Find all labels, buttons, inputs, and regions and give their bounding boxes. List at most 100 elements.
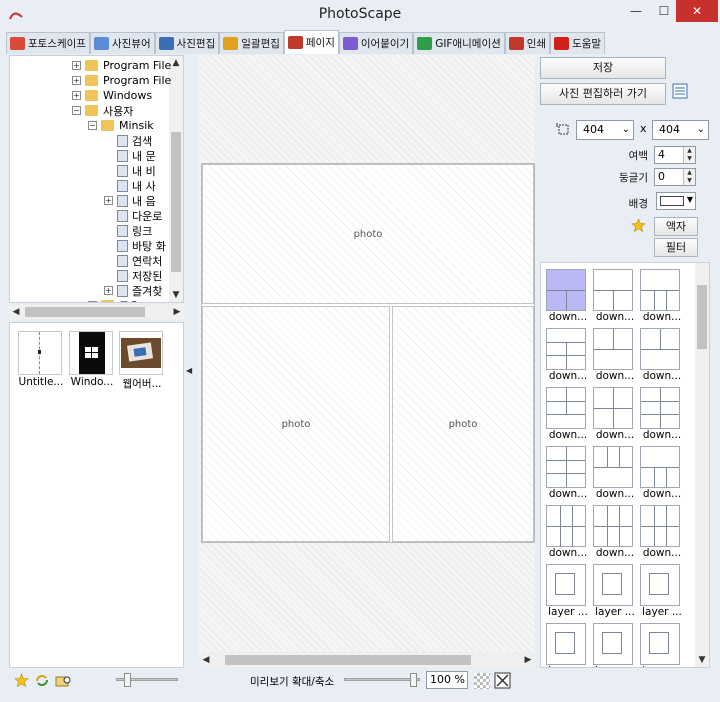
tree-item[interactable]: − 사용자: [72, 103, 133, 118]
scroll-right-icon[interactable]: ▶: [521, 653, 535, 667]
layout-item[interactable]: down...: [593, 446, 637, 500]
layout-list[interactable]: ▼ down... down... down... down... down... dow…: [540, 262, 710, 668]
layout-item[interactable]: down...: [640, 446, 684, 500]
filter-button[interactable]: 필터: [654, 238, 698, 257]
layout-scrollbar[interactable]: ▼: [695, 263, 709, 667]
tab-6[interactable]: GIF애니메이션: [413, 32, 505, 54]
tab-7[interactable]: 인쇄: [504, 32, 551, 54]
tree-scroll-thumb[interactable]: [171, 132, 181, 272]
folder-tree[interactable]: ▲ ▼ + Program File + Program File + Windows − 사…: [9, 55, 184, 303]
expand-toggle-icon[interactable]: −: [88, 121, 97, 130]
thumbnail-item[interactable]: 웹어버...: [119, 331, 165, 391]
tab-3[interactable]: 일괄편집: [219, 32, 284, 54]
tree-item[interactable]: 내 사: [104, 178, 156, 193]
layout-item[interactable]: down...: [546, 387, 590, 441]
transparency-grid-icon[interactable]: [474, 673, 490, 689]
refresh-icon[interactable]: [34, 673, 50, 688]
minimize-button[interactable]: —: [622, 0, 650, 22]
expand-toggle-icon[interactable]: +: [72, 91, 81, 100]
layout-scroll-thumb[interactable]: [697, 285, 707, 349]
expand-toggle-icon[interactable]: −: [72, 106, 81, 115]
folder-search-icon[interactable]: [55, 673, 72, 688]
spinner-arrows-icon[interactable]: ▲ ▼: [683, 147, 695, 163]
canvas-hscroll-thumb[interactable]: [225, 655, 471, 665]
expand-toggle-icon[interactable]: +: [104, 196, 113, 205]
tree-item[interactable]: 링크: [104, 223, 152, 238]
frame-button[interactable]: 액자: [654, 217, 698, 236]
tree-scrollbar[interactable]: ▲ ▼: [169, 56, 183, 302]
tab-2[interactable]: 사진편집: [154, 32, 220, 54]
tree-item[interactable]: 바탕 화: [104, 238, 166, 253]
layout-item[interactable]: layer ...: [593, 623, 637, 667]
scroll-down-icon[interactable]: ▼: [169, 288, 183, 302]
photo-cell[interactable]: photo: [202, 164, 534, 304]
save-button[interactable]: 저장: [540, 57, 666, 79]
tree-item[interactable]: + 즐겨찾: [104, 283, 162, 298]
tab-5[interactable]: 이어붙이기: [338, 32, 414, 54]
thumbnail-item[interactable]: Windo...: [69, 331, 115, 388]
page-width-select[interactable]: 404 ⌄: [576, 120, 634, 140]
background-color-picker[interactable]: ▼: [656, 192, 696, 210]
page-canvas[interactable]: photo photo photo: [199, 55, 535, 652]
layout-item[interactable]: down...: [593, 269, 637, 323]
layout-item[interactable]: down...: [546, 446, 590, 500]
page-height-select[interactable]: 404 ⌄: [652, 120, 709, 140]
tree-item[interactable]: + Program File: [72, 73, 171, 88]
expand-toggle-icon[interactable]: +: [72, 76, 81, 85]
photo-cell[interactable]: photo: [392, 306, 534, 542]
expand-toggle-icon[interactable]: +: [88, 301, 97, 302]
favorite-star-icon[interactable]: [14, 673, 29, 688]
list-view-icon[interactable]: [672, 83, 688, 99]
layout-item[interactable]: down...: [593, 387, 637, 441]
scroll-left-icon[interactable]: ◀: [199, 653, 213, 667]
photo-cell[interactable]: photo: [202, 306, 390, 542]
tree-item[interactable]: 내 문: [104, 148, 156, 163]
tree-item[interactable]: − Minsik: [88, 118, 154, 133]
tab-4[interactable]: 페이지: [283, 30, 339, 54]
maximize-button[interactable]: ☐: [650, 0, 678, 22]
tab-8[interactable]: 도움말: [550, 32, 606, 54]
layout-item[interactable]: down...: [546, 505, 590, 559]
margin-spinner[interactable]: 4 ▲ ▼: [654, 146, 696, 164]
roundness-spinner[interactable]: 0 ▲ ▼: [654, 168, 696, 186]
tree-item[interactable]: 다운로: [104, 208, 162, 223]
expand-toggle-icon[interactable]: +: [72, 61, 81, 70]
layout-item[interactable]: down...: [546, 328, 590, 382]
layout-item[interactable]: down...: [640, 387, 684, 441]
tree-item[interactable]: 저장된: [104, 268, 162, 283]
tree-item[interactable]: + Windows: [72, 88, 152, 103]
fit-window-icon[interactable]: [494, 672, 511, 689]
layout-item[interactable]: layer ...: [546, 564, 590, 618]
preview-zoom-slider[interactable]: [344, 678, 420, 681]
scroll-right-icon[interactable]: ▶: [170, 305, 184, 319]
thumbnail-item[interactable]: Untitle...: [18, 331, 64, 388]
layout-item[interactable]: layer ...: [593, 564, 637, 618]
collapse-panel-icon[interactable]: ◀: [186, 366, 194, 378]
go-edit-button[interactable]: 사진 편집하러 가기: [540, 83, 666, 105]
layout-item[interactable]: down...: [593, 328, 637, 382]
scroll-left-icon[interactable]: ◀: [9, 305, 23, 319]
tree-item[interactable]: + 내 음: [104, 193, 156, 208]
close-button[interactable]: ✕: [676, 0, 718, 22]
tree-item[interactable]: 내 비: [104, 163, 156, 178]
tree-hscrollbar[interactable]: ◀ ▶: [9, 305, 184, 319]
tab-1[interactable]: 사진뷰어: [89, 32, 155, 54]
scroll-down-icon[interactable]: ▼: [695, 653, 709, 667]
slider-knob[interactable]: [410, 673, 417, 687]
expand-toggle-icon[interactable]: +: [104, 286, 113, 295]
tree-hscroll-thumb[interactable]: [25, 307, 145, 317]
layout-item[interactable]: down...: [640, 269, 684, 323]
spinner-arrows-icon[interactable]: ▲ ▼: [683, 169, 695, 185]
slider-knob[interactable]: [124, 673, 131, 687]
layout-item[interactable]: down...: [640, 328, 684, 382]
tree-item[interactable]: 연락처: [104, 253, 162, 268]
layout-item[interactable]: down...: [546, 269, 590, 323]
tab-0[interactable]: 포토스케이프: [6, 32, 90, 54]
canvas-hscrollbar[interactable]: ◀ ▶: [199, 653, 535, 667]
layout-item[interactable]: layer ...: [640, 564, 684, 618]
layout-item[interactable]: down...: [640, 505, 684, 559]
tree-item[interactable]: + 공유: [88, 298, 139, 302]
layout-item[interactable]: layer ...: [640, 623, 684, 667]
tree-item[interactable]: + Program File: [72, 58, 171, 73]
layout-item[interactable]: layer ...: [546, 623, 590, 667]
